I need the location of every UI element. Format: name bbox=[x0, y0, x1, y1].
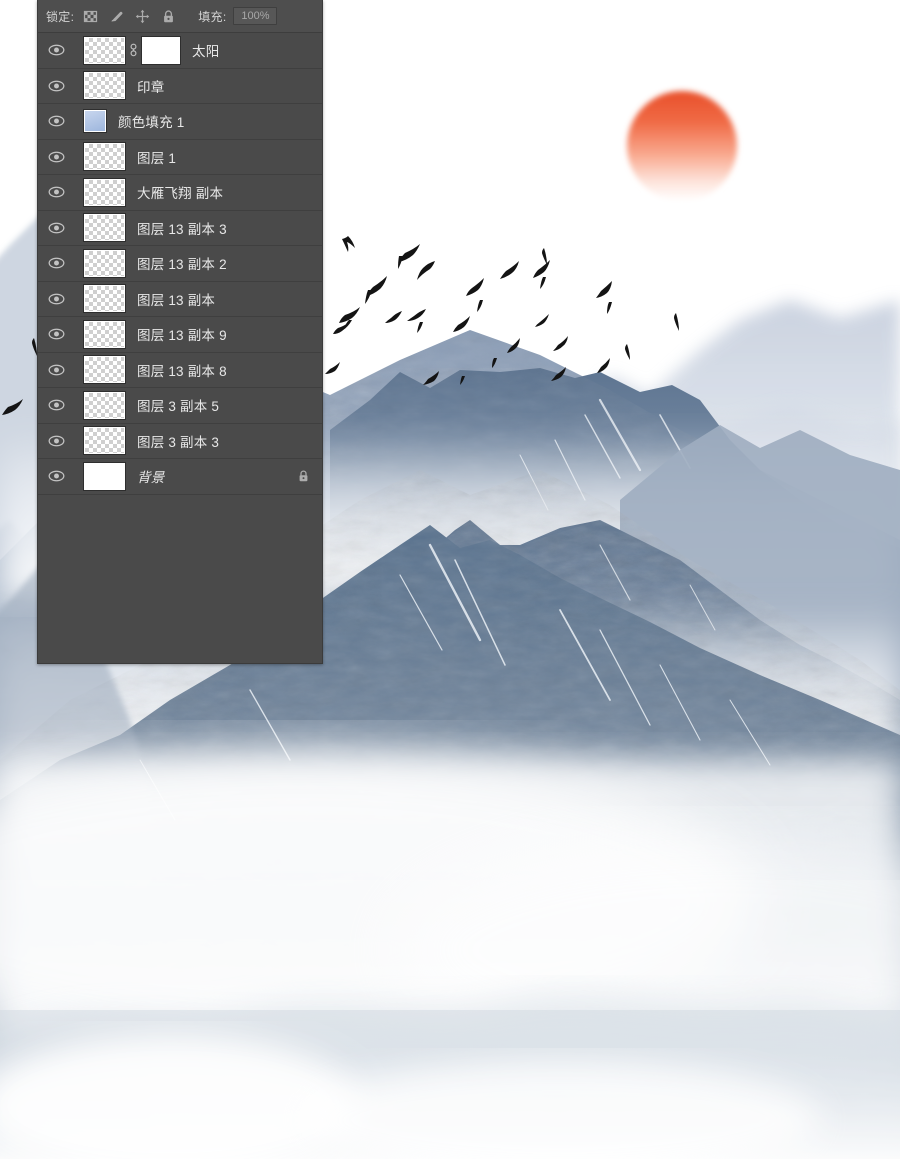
layer-mask-link-icon[interactable] bbox=[127, 41, 140, 59]
layer-name[interactable]: 图层 13 副本 bbox=[137, 289, 322, 309]
layer-visibility-toggle[interactable] bbox=[38, 80, 75, 92]
layer-row[interactable]: 图层 13 副本 9 bbox=[38, 317, 322, 353]
layer-locked-icon bbox=[297, 469, 310, 484]
layer-thumbnail-group bbox=[75, 426, 126, 456]
lock-all-icon[interactable] bbox=[161, 9, 176, 24]
layer-visibility-toggle[interactable] bbox=[38, 364, 75, 376]
layer-visibility-toggle[interactable] bbox=[38, 186, 75, 198]
layer-thumbnail-group bbox=[75, 319, 126, 349]
layer-thumbnail[interactable] bbox=[83, 142, 126, 172]
layer-visibility-toggle[interactable] bbox=[38, 257, 75, 269]
layer-thumbnail-group bbox=[75, 248, 126, 278]
lock-position-icon[interactable] bbox=[135, 9, 150, 24]
layer-row[interactable]: 图层 13 副本 bbox=[38, 281, 322, 317]
layer-visibility-toggle[interactable] bbox=[38, 293, 75, 305]
layer-thumbnail-group bbox=[75, 71, 126, 101]
layer-name[interactable]: 图层 13 副本 9 bbox=[137, 324, 322, 344]
lock-toolbar: 锁定: 填充: 100% bbox=[38, 0, 322, 33]
layer-thumbnail[interactable] bbox=[83, 390, 126, 420]
layer-row[interactable]: 印章 bbox=[38, 68, 322, 104]
layer-name[interactable]: 背景 bbox=[137, 466, 297, 486]
layer-thumbnail[interactable] bbox=[83, 355, 126, 385]
layer-mask-thumbnail[interactable] bbox=[141, 35, 181, 65]
layer-name[interactable]: 图层 13 副本 2 bbox=[137, 253, 322, 273]
layer-thumbnail[interactable] bbox=[83, 319, 126, 349]
layer-row[interactable]: 图层 1 bbox=[38, 139, 322, 175]
layer-row[interactable]: 大雁飞翔 副本 bbox=[38, 175, 322, 211]
layer-name[interactable]: 颜色填充 1 bbox=[118, 111, 322, 131]
layer-row[interactable]: 图层 13 副本 3 bbox=[38, 210, 322, 246]
lock-label: 锁定: bbox=[46, 9, 75, 24]
layer-name[interactable]: 图层 13 副本 3 bbox=[137, 218, 322, 238]
layer-fill-swatch-thumbnail[interactable] bbox=[83, 109, 107, 134]
layer-thumbnail[interactable] bbox=[83, 461, 126, 491]
layer-visibility-toggle[interactable] bbox=[38, 222, 75, 234]
layer-thumbnail[interactable] bbox=[83, 71, 126, 101]
layer-thumbnail[interactable] bbox=[83, 284, 126, 314]
layer-row[interactable]: 图层 13 副本 2 bbox=[38, 246, 322, 282]
layer-row[interactable]: 颜色填充 1 bbox=[38, 104, 322, 140]
layer-thumbnail[interactable] bbox=[83, 426, 126, 456]
layer-name[interactable]: 太阳 bbox=[192, 40, 322, 60]
layer-row[interactable]: 太阳 bbox=[38, 33, 322, 69]
layer-thumbnail-group bbox=[75, 35, 181, 65]
layer-visibility-toggle[interactable] bbox=[38, 399, 75, 411]
layer-row[interactable]: 图层 13 副本 8 bbox=[38, 352, 322, 388]
layer-visibility-toggle[interactable] bbox=[38, 435, 75, 447]
layer-thumbnail-group bbox=[75, 284, 126, 314]
layer-visibility-toggle[interactable] bbox=[38, 328, 75, 340]
layer-row[interactable]: 图层 3 副本 3 bbox=[38, 423, 322, 459]
layer-thumbnail[interactable] bbox=[83, 35, 126, 65]
layer-thumbnail-group bbox=[75, 177, 126, 207]
fill-opacity-value[interactable]: 100% bbox=[233, 7, 278, 25]
layer-thumbnail-group bbox=[75, 142, 126, 172]
layer-thumbnail-group bbox=[75, 355, 126, 385]
photoshop-canvas-screenshot: 锁定: 填充: 100% 太阳 印章 颜色填充 1 图层 1 大雁飞翔 副本 图… bbox=[0, 0, 900, 1159]
layer-thumbnail-group bbox=[75, 461, 126, 491]
layer-panel-empty-area bbox=[38, 494, 322, 663]
layer-name[interactable]: 印章 bbox=[137, 76, 322, 96]
lock-transparent-pixels-icon[interactable] bbox=[83, 9, 98, 24]
fill-label: 填充: bbox=[198, 9, 227, 24]
layer-row[interactable]: 图层 3 副本 5 bbox=[38, 388, 322, 424]
layer-row[interactable]: 背景 bbox=[38, 459, 322, 495]
layer-name[interactable]: 图层 13 副本 8 bbox=[137, 360, 322, 380]
lock-image-pixels-icon[interactable] bbox=[109, 9, 124, 24]
layer-list[interactable]: 太阳印章颜色填充 1 图层 1 大雁飞翔 副本 图层 13 副本 3 图层 13 副本 … bbox=[38, 33, 322, 495]
layer-name[interactable]: 图层 3 副本 5 bbox=[137, 395, 322, 415]
layer-visibility-toggle[interactable] bbox=[38, 115, 75, 127]
layer-thumbnail-group bbox=[75, 213, 126, 243]
layer-thumbnail-group bbox=[75, 390, 126, 420]
layer-visibility-toggle[interactable] bbox=[38, 470, 75, 482]
layers-panel[interactable]: 锁定: 填充: 100% 太阳 印章 颜色填充 1 图层 1 大雁飞翔 副本 图… bbox=[37, 0, 323, 664]
layer-name[interactable]: 大雁飞翔 副本 bbox=[137, 182, 322, 202]
layer-visibility-toggle[interactable] bbox=[38, 151, 75, 163]
sun-shape bbox=[627, 91, 737, 201]
layer-visibility-toggle[interactable] bbox=[38, 44, 75, 56]
layer-name[interactable]: 图层 3 副本 3 bbox=[137, 431, 322, 451]
layer-thumbnail[interactable] bbox=[83, 248, 126, 278]
layer-thumbnail[interactable] bbox=[83, 213, 126, 243]
layer-name[interactable]: 图层 1 bbox=[137, 147, 322, 167]
layer-thumbnail[interactable] bbox=[83, 177, 126, 207]
layer-thumbnail-group bbox=[75, 109, 107, 134]
